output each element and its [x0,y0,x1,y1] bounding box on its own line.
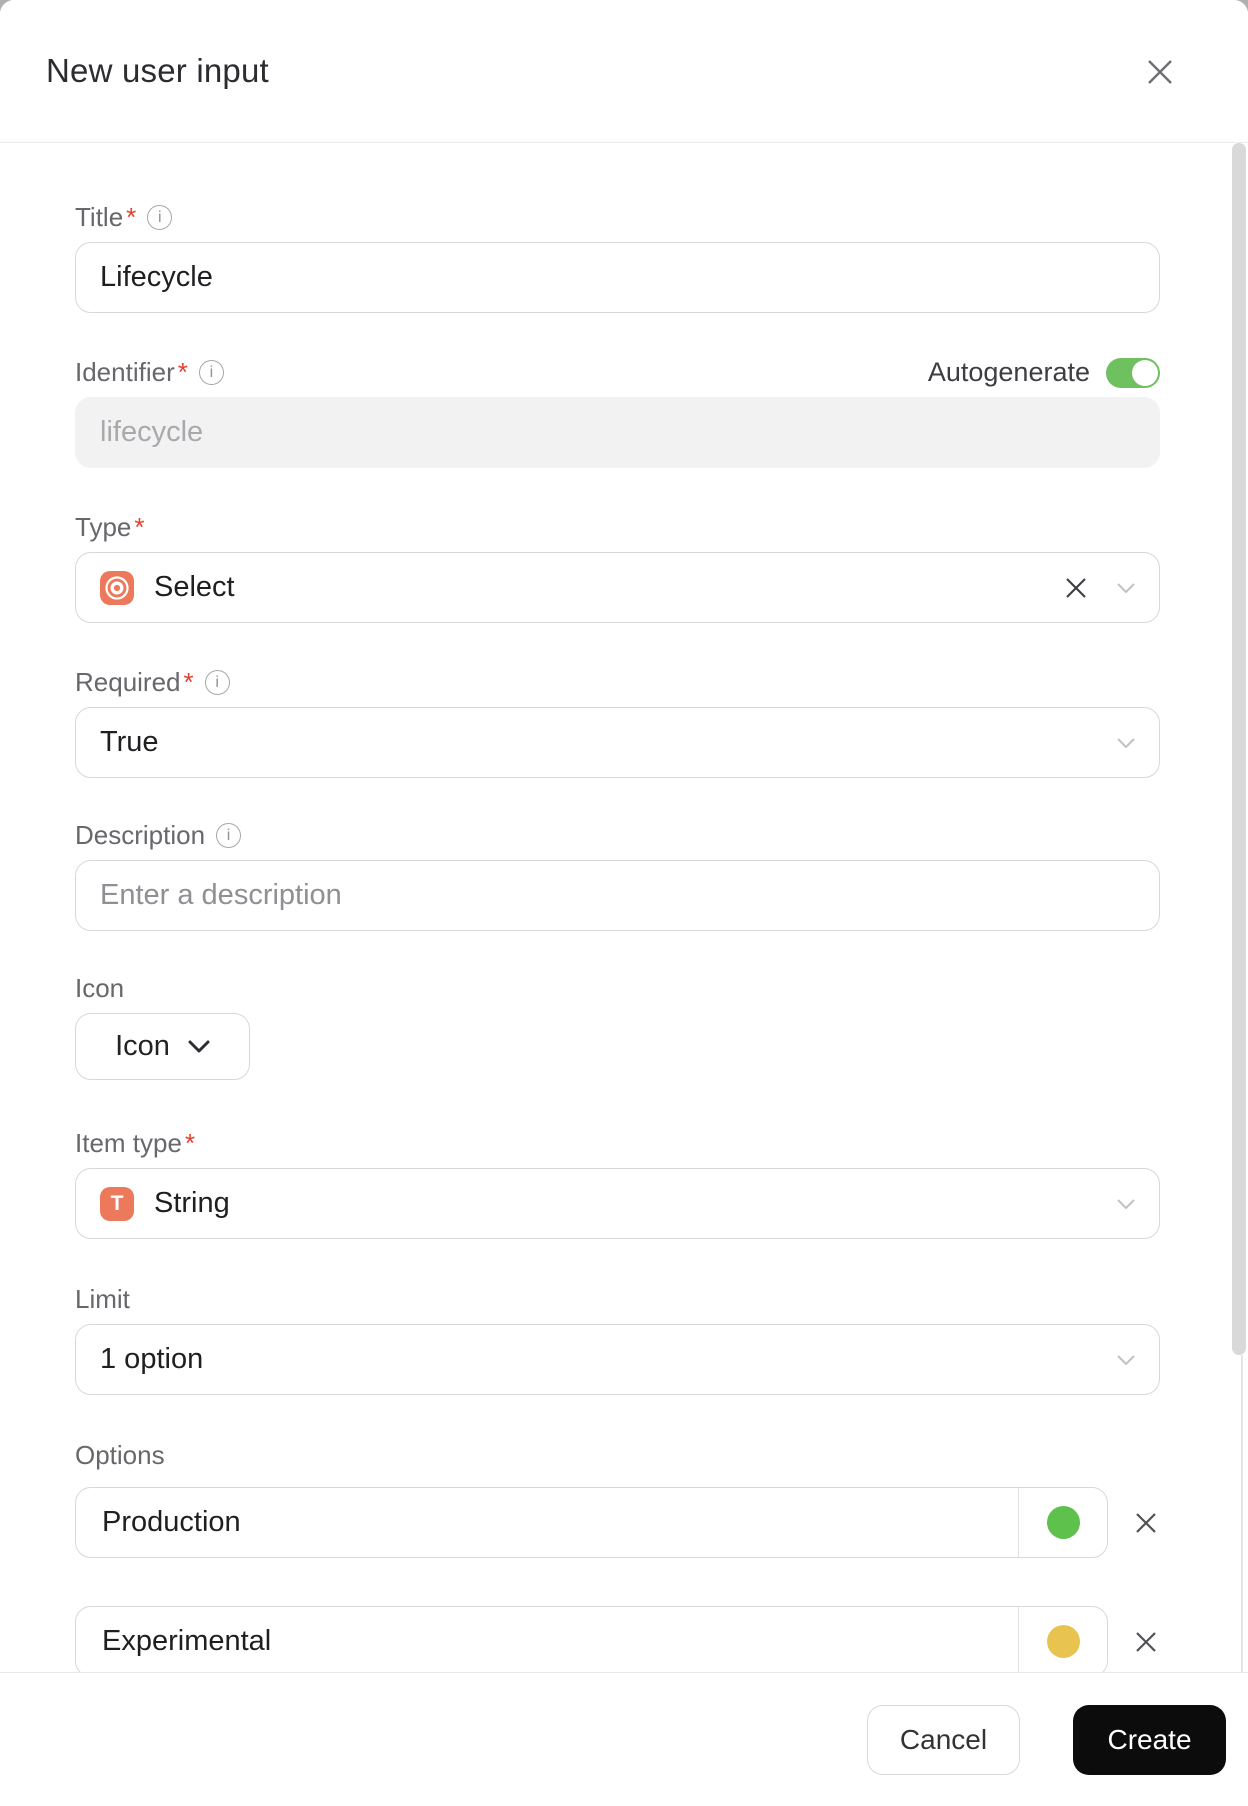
close-icon [1148,60,1172,84]
field-limit: Limit 1 option [75,1284,1160,1395]
option-value-input[interactable]: Production [76,1488,1018,1557]
limit-label: Limit [75,1284,130,1314]
option-value-input[interactable]: Experimental [76,1607,1018,1672]
field-options: Options Production Experimental [75,1440,1160,1672]
required-asterisk: * [134,512,145,542]
item-type-select[interactable]: T String [75,1168,1160,1239]
cancel-button[interactable]: Cancel [867,1704,1020,1775]
modal-title: New user input [46,52,269,89]
autogenerate-toggle[interactable] [1106,357,1160,388]
identifier-label: Identifier [75,357,175,387]
field-required: Required * i True [75,667,1160,778]
type-select-value: Select [154,571,235,603]
description-input[interactable] [75,860,1160,931]
chevron-down-icon [1117,582,1135,593]
option-color-picker[interactable] [1019,1488,1107,1557]
chevron-down-icon [1117,737,1135,748]
modal-body: Title* i Identifier* i Autogenerate [0,143,1248,1672]
required-select[interactable]: True [75,707,1160,778]
limit-select-value: 1 option [100,1343,204,1375]
autogenerate-label: Autogenerate [927,357,1090,387]
item-type-label: Item type [75,1128,182,1158]
modal-header: New user input [0,0,1248,143]
icon-label: Icon [75,973,125,1003]
string-type-icon: T [100,1186,134,1221]
option-row: Production [75,1487,1160,1558]
option-color-dot [1046,1625,1080,1658]
icon-dropdown-label: Icon [115,1030,170,1062]
info-icon[interactable]: i [147,205,173,230]
icon-dropdown-button[interactable]: Icon [75,1013,250,1080]
limit-select[interactable]: 1 option [75,1324,1160,1395]
scrollbar-thumb[interactable] [1232,143,1246,1355]
new-user-input-modal: New user input Title* i Identifier* i [0,0,1248,1806]
toggle-knob [1132,359,1158,386]
close-button[interactable] [1144,56,1176,88]
title-label: Title [75,202,124,232]
info-icon[interactable]: i [198,360,224,385]
chevron-down-icon [188,1040,210,1053]
identifier-input [75,397,1160,468]
info-icon[interactable]: i [204,670,230,695]
scrollbar-track [1241,1355,1243,1672]
field-type: Type * Select [75,512,1160,623]
create-button[interactable]: Create [1073,1704,1226,1775]
remove-x-icon [1136,1631,1156,1652]
option-color-dot [1046,1506,1080,1539]
required-asterisk: * [183,667,194,697]
modal-footer: Cancel Create [0,1672,1248,1806]
field-icon: Icon Icon [75,973,1160,1080]
remove-option-button[interactable] [1132,1509,1160,1537]
field-description: Description i [75,820,1160,931]
chevron-down-icon [1117,1198,1135,1209]
description-label: Description [75,820,206,850]
remove-x-icon [1136,1512,1156,1533]
select-type-icon [100,570,134,605]
required-asterisk: * [184,1128,196,1158]
item-type-select-value: String [154,1187,230,1219]
option-row: Experimental [75,1606,1160,1672]
required-label: Required [75,667,181,697]
required-asterisk: * [126,202,137,232]
type-select[interactable]: Select [75,552,1160,623]
info-icon[interactable]: i [216,823,242,848]
title-input[interactable] [75,242,1160,313]
chevron-down-icon [1117,1354,1135,1365]
clear-selection-button[interactable] [1063,575,1089,601]
type-label: Type [75,512,132,542]
clear-x-icon [1066,577,1086,598]
options-label: Options [75,1440,165,1470]
field-identifier: Identifier * i Autogenerate [75,357,1160,468]
required-asterisk: * [177,357,188,387]
remove-option-button[interactable] [1132,1628,1160,1656]
field-title: Title * i [75,202,1160,313]
field-item-type: Item type * T String [75,1128,1160,1239]
option-color-picker[interactable] [1019,1607,1107,1672]
required-select-value: True [100,726,159,758]
